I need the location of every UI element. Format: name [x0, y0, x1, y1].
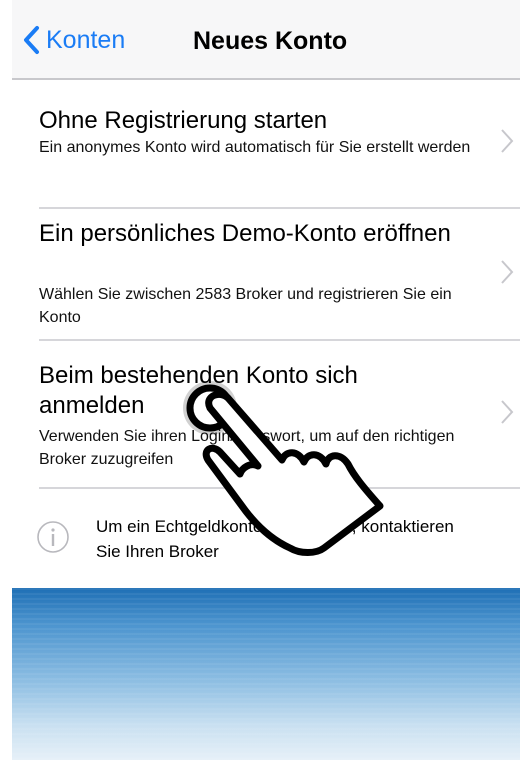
back-button-label: Konten	[46, 25, 126, 54]
list-item-start-without-registration[interactable]: Ohne Registrierung starten Ein anonymes …	[12, 80, 520, 208]
info-text: Um ein Echtgeldkonto zu eröffnen, kontak…	[96, 517, 454, 561]
info-icon	[37, 521, 69, 553]
list-item-subtitle: Ein anonymes Konto wird automatisch für …	[39, 139, 471, 156]
list-item-login-existing-account[interactable]: Beim bestehenden Konto sich anmelden Ver…	[12, 341, 520, 487]
back-button[interactable]: Konten	[22, 22, 125, 58]
list-item-title: Ein persönliches Demo-Konto eröffnen	[39, 220, 451, 247]
chevron-right-icon	[501, 260, 514, 284]
screen: Konten Neues Konto Ohne Registrierung st…	[12, 0, 520, 760]
divider	[39, 487, 520, 489]
chevron-left-icon	[24, 26, 39, 54]
list-item-title: Beim bestehenden Konto sich anmelden	[39, 362, 358, 419]
info-notice: Um ein Echtgeldkonto zu eröffnen, kontak…	[12, 508, 520, 588]
background-band	[12, 588, 520, 760]
chevron-right-icon	[501, 400, 514, 424]
list-item-subtitle: Wählen Sie zwischen 2583 Broker und regi…	[39, 286, 452, 326]
list-item-subtitle: Verwenden Sie ihren Login/Passwort, um a…	[39, 428, 455, 468]
page-title: Neues Konto	[193, 27, 348, 55]
navigation-bar: Konten Neues Konto	[12, 0, 520, 80]
list-item-open-demo-account[interactable]: Ein persönliches Demo-Konto eröffnen Wäh…	[12, 209, 520, 339]
chevron-right-icon	[501, 129, 514, 153]
list-item-title: Ohne Registrierung starten	[39, 107, 328, 134]
